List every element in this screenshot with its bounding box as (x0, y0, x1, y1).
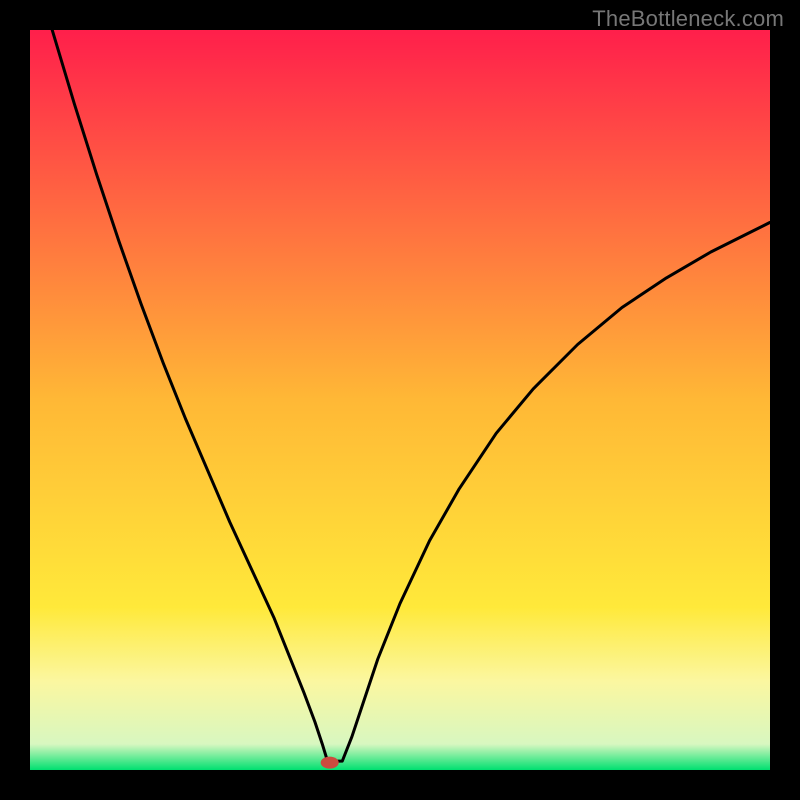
bottleneck-curve-chart (30, 30, 770, 770)
plot-area (30, 30, 770, 770)
optimal-point-marker (321, 757, 339, 769)
chart-frame: TheBottleneck.com (0, 0, 800, 800)
watermark-text: TheBottleneck.com (592, 6, 784, 32)
gradient-background (30, 30, 770, 770)
